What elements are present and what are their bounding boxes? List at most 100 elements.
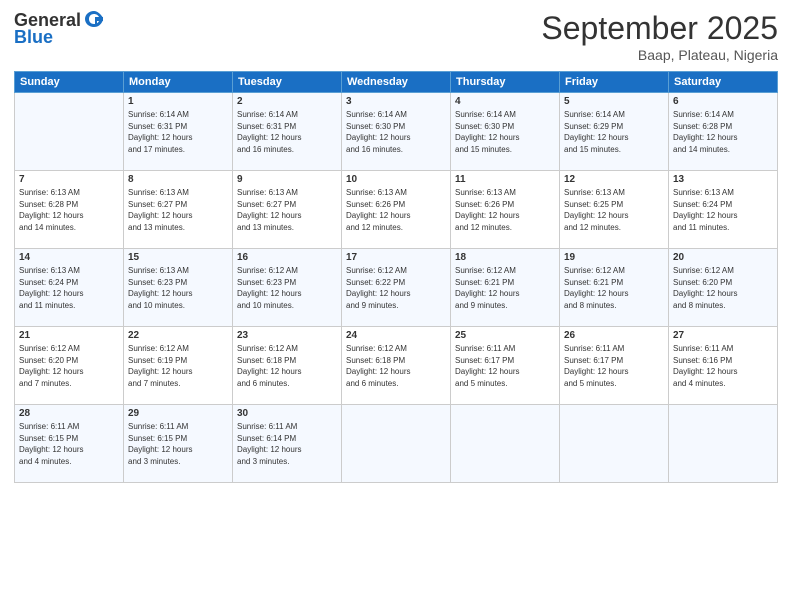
day-number: 25 (455, 330, 555, 341)
day-info: Sunrise: 6:12 AM Sunset: 6:18 PM Dayligh… (346, 343, 446, 389)
calendar-cell: 29Sunrise: 6:11 AM Sunset: 6:15 PM Dayli… (124, 405, 233, 483)
calendar-cell (669, 405, 778, 483)
day-number: 2 (237, 96, 337, 107)
column-header-saturday: Saturday (669, 72, 778, 93)
column-header-thursday: Thursday (451, 72, 560, 93)
calendar-week-row: 28 Sunrise: 6:11 AM Sunset: 6:15 PM Dayli… (15, 405, 778, 483)
calendar-cell: 27Sunrise: 6:11 AM Sunset: 6:16 PM Dayli… (669, 327, 778, 405)
day-number: 18 (455, 252, 555, 263)
calendar-week-row: 7 Sunrise: 6:13 AM Sunset: 6:28 PM Daylig… (15, 171, 778, 249)
day-number: 20 (673, 252, 773, 263)
day-number: 22 (128, 330, 228, 341)
day-number: 26 (564, 330, 664, 341)
day-info: Sunrise: 6:12 AM Sunset: 6:20 PM Dayligh… (19, 343, 119, 389)
calendar-cell: 25Sunrise: 6:11 AM Sunset: 6:17 PM Dayli… (451, 327, 560, 405)
calendar-header-row: SundayMondayTuesdayWednesdayThursdayFrid… (15, 72, 778, 93)
day-info: Sunrise: 6:13 AM Sunset: 6:26 PM Dayligh… (455, 187, 555, 233)
day-info: Sunrise: 6:14 AM Sunset: 6:31 PM Dayligh… (128, 109, 228, 155)
title-block: September 2025 Baap, Plateau, Nigeria (541, 10, 778, 63)
day-info: Sunrise: 6:13 AM Sunset: 6:26 PM Dayligh… (346, 187, 446, 233)
day-number: 10 (346, 174, 446, 185)
calendar-cell: 22 Sunrise: 6:12 AM Sunset: 6:19 PM Dayli… (124, 327, 233, 405)
location-subtitle: Baap, Plateau, Nigeria (541, 47, 778, 63)
calendar-cell: 3 Sunrise: 6:14 AM Sunset: 6:30 PM Daylig… (342, 93, 451, 171)
day-number: 21 (19, 330, 119, 341)
day-number: 1 (128, 96, 228, 107)
day-number: 24 (346, 330, 446, 341)
day-number: 9 (237, 174, 337, 185)
calendar-week-row: 14 Sunrise: 6:13 AM Sunset: 6:24 PM Dayli… (15, 249, 778, 327)
day-number: 29 (128, 408, 228, 419)
day-info: Sunrise: 6:12 AM Sunset: 6:18 PM Dayligh… (237, 343, 337, 389)
day-info: Sunrise: 6:13 AM Sunset: 6:24 PM Dayligh… (673, 187, 773, 233)
day-number: 14 (19, 252, 119, 263)
calendar-cell: 11 Sunrise: 6:13 AM Sunset: 6:26 PM Dayli… (451, 171, 560, 249)
day-number: 13 (673, 174, 773, 185)
calendar-cell: 4 Sunrise: 6:14 AM Sunset: 6:30 PM Daylig… (451, 93, 560, 171)
column-header-sunday: Sunday (15, 72, 124, 93)
day-number: 16 (237, 252, 337, 263)
day-number: 12 (564, 174, 664, 185)
day-info: Sunrise: 6:12 AM Sunset: 6:21 PM Dayligh… (455, 265, 555, 311)
day-number: 8 (128, 174, 228, 185)
calendar-cell (342, 405, 451, 483)
day-info: Sunrise: 6:12 AM Sunset: 6:22 PM Dayligh… (346, 265, 446, 311)
day-info: Sunrise: 6:13 AM Sunset: 6:28 PM Dayligh… (19, 187, 119, 233)
day-info: Sunrise: 6:13 AM Sunset: 6:27 PM Dayligh… (237, 187, 337, 233)
day-info: Sunrise: 6:13 AM Sunset: 6:24 PM Dayligh… (19, 265, 119, 311)
day-number: 5 (564, 96, 664, 107)
calendar-cell: 7 Sunrise: 6:13 AM Sunset: 6:28 PM Daylig… (15, 171, 124, 249)
calendar-cell: 1 Sunrise: 6:14 AM Sunset: 6:31 PM Daylig… (124, 93, 233, 171)
column-header-monday: Monday (124, 72, 233, 93)
day-info: Sunrise: 6:11 AM Sunset: 6:14 PM Dayligh… (237, 421, 337, 467)
day-info: Sunrise: 6:14 AM Sunset: 6:29 PM Dayligh… (564, 109, 664, 155)
calendar-cell: 26Sunrise: 6:11 AM Sunset: 6:17 PM Dayli… (560, 327, 669, 405)
column-header-tuesday: Tuesday (233, 72, 342, 93)
day-info: Sunrise: 6:14 AM Sunset: 6:31 PM Dayligh… (237, 109, 337, 155)
column-header-wednesday: Wednesday (342, 72, 451, 93)
day-info: Sunrise: 6:11 AM Sunset: 6:15 PM Dayligh… (19, 421, 119, 467)
logo: General Blue (14, 10, 105, 48)
calendar-cell: 16 Sunrise: 6:12 AM Sunset: 6:23 PM Dayli… (233, 249, 342, 327)
day-number: 17 (346, 252, 446, 263)
day-number: 3 (346, 96, 446, 107)
calendar-cell: 28 Sunrise: 6:11 AM Sunset: 6:15 PM Dayli… (15, 405, 124, 483)
calendar-table: SundayMondayTuesdayWednesdayThursdayFrid… (14, 71, 778, 483)
calendar-cell: 15Sunrise: 6:13 AM Sunset: 6:23 PM Dayli… (124, 249, 233, 327)
calendar-cell: 19Sunrise: 6:12 AM Sunset: 6:21 PM Dayli… (560, 249, 669, 327)
day-number: 19 (564, 252, 664, 263)
logo-icon (83, 9, 105, 31)
calendar-cell: 6 Sunrise: 6:14 AM Sunset: 6:28 PM Daylig… (669, 93, 778, 171)
day-info: Sunrise: 6:11 AM Sunset: 6:16 PM Dayligh… (673, 343, 773, 389)
column-header-friday: Friday (560, 72, 669, 93)
day-number: 7 (19, 174, 119, 185)
day-number: 4 (455, 96, 555, 107)
day-info: Sunrise: 6:12 AM Sunset: 6:20 PM Dayligh… (673, 265, 773, 311)
day-info: Sunrise: 6:13 AM Sunset: 6:27 PM Dayligh… (128, 187, 228, 233)
calendar-cell: 5 Sunrise: 6:14 AM Sunset: 6:29 PM Daylig… (560, 93, 669, 171)
day-number: 28 (19, 408, 119, 419)
day-info: Sunrise: 6:12 AM Sunset: 6:19 PM Dayligh… (128, 343, 228, 389)
day-number: 11 (455, 174, 555, 185)
calendar-cell (451, 405, 560, 483)
day-number: 30 (237, 408, 337, 419)
day-number: 6 (673, 96, 773, 107)
calendar-cell: 9 Sunrise: 6:13 AM Sunset: 6:27 PM Daylig… (233, 171, 342, 249)
calendar-cell: 17 Sunrise: 6:12 AM Sunset: 6:22 PM Dayli… (342, 249, 451, 327)
calendar-cell: 13 Sunrise: 6:13 AM Sunset: 6:24 PM Dayli… (669, 171, 778, 249)
month-title: September 2025 (541, 10, 778, 47)
day-info: Sunrise: 6:14 AM Sunset: 6:30 PM Dayligh… (455, 109, 555, 155)
calendar-cell (560, 405, 669, 483)
calendar-cell (15, 93, 124, 171)
calendar-cell: 30 Sunrise: 6:11 AM Sunset: 6:14 PM Dayli… (233, 405, 342, 483)
day-info: Sunrise: 6:14 AM Sunset: 6:30 PM Dayligh… (346, 109, 446, 155)
calendar-cell: 10 Sunrise: 6:13 AM Sunset: 6:26 PM Dayli… (342, 171, 451, 249)
calendar-cell: 8 Sunrise: 6:13 AM Sunset: 6:27 PM Daylig… (124, 171, 233, 249)
calendar-week-row: 1 Sunrise: 6:14 AM Sunset: 6:31 PM Daylig… (15, 93, 778, 171)
calendar-week-row: 21 Sunrise: 6:12 AM Sunset: 6:20 PM Dayli… (15, 327, 778, 405)
calendar-cell: 12Sunrise: 6:13 AM Sunset: 6:25 PM Dayli… (560, 171, 669, 249)
day-info: Sunrise: 6:12 AM Sunset: 6:23 PM Dayligh… (237, 265, 337, 311)
page-header: General Blue September 2025 Baap, Platea… (14, 10, 778, 63)
day-info: Sunrise: 6:13 AM Sunset: 6:23 PM Dayligh… (128, 265, 228, 311)
day-info: Sunrise: 6:14 AM Sunset: 6:28 PM Dayligh… (673, 109, 773, 155)
